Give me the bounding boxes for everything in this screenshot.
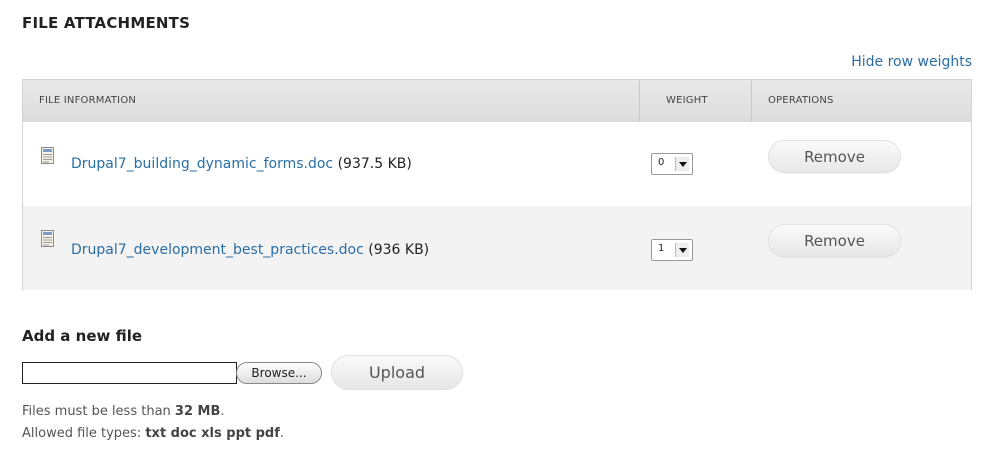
file-size: (936 KB) [368,242,430,258]
table-row: Drupal7_building_dynamic_forms.doc (937.… [23,122,971,206]
document-icon [41,147,54,164]
file-size: (937.5 KB) [337,156,412,172]
remove-button[interactable]: Remove [768,140,901,173]
document-icon [41,230,54,247]
file-path-input[interactable] [22,362,237,384]
file-types-value: txt doc xls ppt pdf [145,426,280,441]
size-limit-description: Files must be less than 32 MB. [22,404,225,419]
remove-button[interactable]: Remove [768,224,901,257]
table-header: FILE INFORMATION WEIGHT OPERATIONS [23,80,971,123]
add-file-label: Add a new file [22,327,143,345]
weight-value: 1 [658,243,665,254]
size-limit-value: 32 MB [174,404,221,419]
table-row: Drupal7_development_best_practices.doc (… [23,206,971,290]
file-types-prefix: Allowed file types: [22,426,146,441]
weight-select[interactable]: 1 [651,239,693,261]
file-info: Drupal7_development_best_practices.doc (… [71,242,429,258]
size-limit-prefix: Files must be less than [22,404,175,419]
header-file-information: FILE INFORMATION [39,95,137,106]
section-title: FILE ATTACHMENTS [22,14,191,32]
header-weight: WEIGHT [666,95,708,106]
header-operations: OPERATIONS [768,95,834,106]
chevron-down-icon [675,243,689,257]
file-types-suffix: . [279,426,285,441]
file-link[interactable]: Drupal7_building_dynamic_forms.doc [71,156,333,172]
file-types-description: Allowed file types: txt doc xls ppt pdf. [22,426,284,441]
attachments-table: FILE INFORMATION WEIGHT OPERATIONS Drupa… [22,79,972,290]
hide-row-weights-link[interactable]: Hide row weights [851,54,972,70]
browse-button[interactable]: Browse... [236,362,322,384]
column-divider [751,80,752,122]
size-limit-suffix: . [220,404,225,419]
file-info: Drupal7_building_dynamic_forms.doc (937.… [71,156,412,172]
file-link[interactable]: Drupal7_development_best_practices.doc [71,242,364,258]
weight-value: 0 [658,157,665,168]
weight-select[interactable]: 0 [651,153,693,175]
column-divider [639,80,640,122]
chevron-down-icon [675,157,689,171]
upload-button[interactable]: Upload [331,355,463,390]
